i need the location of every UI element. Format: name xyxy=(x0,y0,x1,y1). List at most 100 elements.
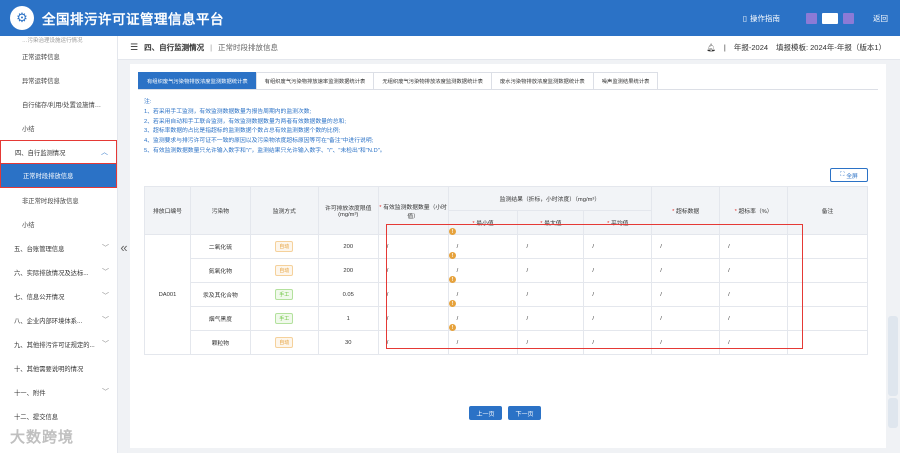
method-badge: 自动 xyxy=(275,265,294,276)
sidebar-group-monitoring[interactable]: 四、自行监测情况 ︿ xyxy=(0,140,117,164)
tab-noise-results[interactable]: 噪声监测结果统计表 xyxy=(592,72,659,89)
sidebar-item-active[interactable]: 正常时段排放信息 xyxy=(0,164,117,188)
col-header: * 平均值 xyxy=(583,210,653,235)
max-input[interactable]: / xyxy=(517,234,585,259)
exceed-count-input[interactable]: / xyxy=(651,306,721,331)
max-input[interactable]: / xyxy=(517,282,585,307)
side-toolbar[interactable] xyxy=(888,316,898,396)
table-row: 汞及其化合物 手工 0.05 / / / / / / xyxy=(145,282,868,307)
max-input[interactable]: / xyxy=(517,258,585,283)
exceed-rate-input[interactable]: / xyxy=(719,234,789,259)
exceed-rate-input[interactable]: / xyxy=(719,258,789,283)
sidebar-item[interactable]: 异常运转信息 xyxy=(0,68,117,92)
exceed-rate-input[interactable]: / xyxy=(719,306,789,331)
max-input[interactable]: / xyxy=(517,306,585,331)
col-header: * 超标数据 xyxy=(651,186,721,235)
min-input[interactable]: / xyxy=(447,306,519,331)
fullscreen-button[interactable]: ⛶ 全屏 xyxy=(830,168,868,182)
min-input[interactable]: / xyxy=(447,234,519,259)
sidebar-group[interactable]: 九、其他排污许可证规定的... ﹀ xyxy=(0,332,117,356)
sidebar-item[interactable]: 小结 xyxy=(0,116,117,140)
valid-count-input[interactable]: / xyxy=(377,282,449,307)
chevron-down-icon: ﹀ xyxy=(102,317,109,324)
note-line: 4、监测要求与排污许可证不一致的原因以及污染物浓度超标原因等可在"备注"中进行说… xyxy=(144,138,374,145)
back-link[interactable]: 返回 xyxy=(873,13,888,24)
report-year: 年报-2024 xyxy=(733,43,769,52)
theme-swatch-icon[interactable] xyxy=(843,12,854,24)
tab-unorganized-gas-concentration[interactable]: 无组织废气污染物排放浓度监测数据统计表 xyxy=(373,72,492,89)
help-guide-link[interactable]: ▯ 操作指南 xyxy=(743,13,780,24)
exceed-count-input[interactable]: / xyxy=(651,282,721,307)
tab-organized-gas-rate[interactable]: 有组织废气污染物排放速率监测数据统计表 xyxy=(255,72,375,89)
remark-input[interactable] xyxy=(787,330,868,355)
remark-input[interactable] xyxy=(787,306,868,331)
expand-icon: ⛶ xyxy=(840,171,845,178)
collapse-sidebar-icon[interactable]: « xyxy=(118,240,130,255)
min-input[interactable]: / xyxy=(447,330,519,355)
prev-page-button[interactable]: 上一页 xyxy=(469,406,502,420)
menu-icon[interactable]: ☰ xyxy=(130,42,138,53)
chevron-down-icon: ﹀ xyxy=(102,341,109,348)
theme-swatch-icon[interactable] xyxy=(822,12,838,24)
side-toolbar[interactable] xyxy=(888,398,898,428)
exceed-rate-input[interactable]: / xyxy=(719,282,789,307)
avg-input[interactable]: / xyxy=(583,306,653,331)
min-input[interactable]: / xyxy=(447,258,519,283)
avg-input[interactable]: / xyxy=(583,234,653,259)
max-input[interactable]: / xyxy=(517,330,585,355)
table-row: 氮氧化物 自动 200 / / / / / / xyxy=(145,258,868,283)
sidebar-item[interactable]: 小结 xyxy=(0,212,117,236)
chevron-down-icon: ﹀ xyxy=(102,293,109,300)
warning-icon[interactable]: ! xyxy=(449,324,456,331)
warning-icon[interactable]: ! xyxy=(449,228,456,235)
tab-wastewater-concentration[interactable]: 废水污染物排放浓度监测数据统计表 xyxy=(490,72,594,89)
exceed-count-input[interactable]: / xyxy=(651,258,721,283)
note-line: 3、超标率数据的占比是指超标的监测数据个数占总有效监测数据个数的比例; xyxy=(144,128,341,135)
valid-count-input[interactable]: / xyxy=(377,258,449,283)
col-header: * 最大值 xyxy=(517,210,585,235)
exceed-rate-input[interactable]: / xyxy=(719,330,789,355)
sidebar-group[interactable]: 八、企业内部环境体系... ﹀ xyxy=(0,308,117,332)
sidebar-group[interactable]: 十二、提交信息 xyxy=(0,404,117,428)
warning-icon[interactable]: ! xyxy=(449,300,456,307)
sidebar-group[interactable]: 五、台账管理信息 ﹀ xyxy=(0,236,117,260)
col-header: 监测方式 xyxy=(249,186,319,235)
min-input[interactable]: / xyxy=(447,282,519,307)
theme-swatch-icon[interactable] xyxy=(806,12,817,24)
exceed-count-input[interactable]: / xyxy=(651,234,721,259)
tab-bar: 有组织废气污染物排放浓度监测数据统计表 有组织废气污染物排放速率监测数据统计表 … xyxy=(138,72,878,90)
bell-icon[interactable]: 🔔︎ xyxy=(706,43,716,52)
next-page-button[interactable]: 下一页 xyxy=(508,406,541,420)
app-header: ⚙ 全国排污许可证管理信息平台 ▯ 操作指南 返回 xyxy=(0,0,900,36)
tab-organized-gas-concentration[interactable]: 有组织废气污染物排放浓度监测数据统计表 xyxy=(138,72,257,89)
warning-icon[interactable]: ! xyxy=(449,252,456,259)
col-header: 污染物 xyxy=(189,186,251,235)
breadcrumb-page: 正常时段排放信息 xyxy=(218,43,279,52)
sidebar-group[interactable]: 七、信息公开情况 ﹀ xyxy=(0,284,117,308)
template-value: 2024年-年报（版本1） xyxy=(810,43,886,52)
sidebar: …污染治理设施运行情况 正常运转信息 异常运转信息 自行储存/利用/处置设施情…… xyxy=(0,36,118,453)
valid-count-input[interactable]: / xyxy=(377,330,449,355)
sidebar-item-cut[interactable]: …污染治理设施运行情况 xyxy=(0,36,117,44)
remark-input[interactable] xyxy=(787,258,868,283)
avg-input[interactable]: / xyxy=(583,330,653,355)
sidebar-item[interactable]: 自行储存/利用/处置设施情… xyxy=(0,92,117,116)
remark-input[interactable] xyxy=(787,282,868,307)
sidebar-group[interactable]: 十一、附件 ﹀ xyxy=(0,380,117,404)
table-row: 烟气黑度 手工 1 / / / / / / xyxy=(145,306,868,331)
sidebar-group[interactable]: 十、其他需要说明的情况 xyxy=(0,356,117,380)
table-row: 颗粒物 自动 30 / / / / / / xyxy=(145,330,868,355)
sidebar-item[interactable]: 正常运转信息 xyxy=(0,44,117,68)
warning-icon[interactable]: ! xyxy=(449,276,456,283)
main-content: 有组织废气污染物排放浓度监测数据统计表 有组织废气污染物排放速率监测数据统计表 … xyxy=(130,64,886,448)
valid-count-input[interactable]: / xyxy=(377,306,449,331)
valid-count-input[interactable]: / xyxy=(377,234,449,259)
sidebar-group[interactable]: 六、实际排放情况及达标... ﹀ xyxy=(0,260,117,284)
col-header: * 超标率（%） xyxy=(719,186,789,235)
avg-input[interactable]: / xyxy=(583,282,653,307)
remark-input[interactable] xyxy=(787,234,868,259)
sidebar-item[interactable]: 非正常时段排放信息 xyxy=(0,188,117,212)
exceed-count-input[interactable]: / xyxy=(651,330,721,355)
avg-input[interactable]: / xyxy=(583,258,653,283)
method-badge: 自动 xyxy=(275,241,294,252)
